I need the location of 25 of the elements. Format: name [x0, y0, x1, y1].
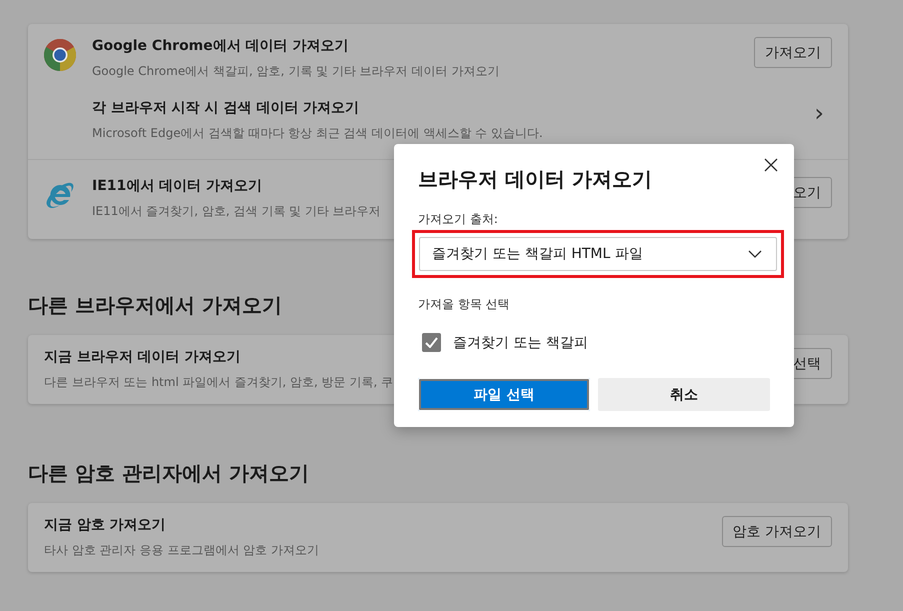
row-title: Google Chrome에서 데이터 가져오기 — [92, 37, 349, 55]
section-heading: 다른 브라우저에서 가져오기 — [28, 292, 282, 319]
row-title: 지금 암호 가져오기 — [44, 516, 166, 534]
row-description: 타사 암호 관리자 응용 프로그램에서 암호 가져오기 — [44, 542, 319, 559]
row-title: 각 브라우저 시작 시 검색 데이터 가져오기 — [92, 99, 360, 117]
choose-file-button[interactable]: 파일 선택 — [418, 378, 590, 411]
import-button[interactable]: 가져오기 — [754, 37, 832, 68]
row-title: IE11에서 데이터 가져오기 — [92, 177, 262, 195]
chevron-icon[interactable]: › — [814, 99, 832, 127]
chrome-logo-icon — [44, 39, 76, 71]
row-title: 지금 브라우저 데이터 가져오기 — [44, 348, 241, 366]
row-description: IE11에서 즐겨찾기, 암호, 검색 기록 및 기타 브라우저 — [92, 203, 381, 220]
dialog-title: 브라우저 데이터 가져오기 — [418, 166, 653, 193]
row-description: Microsoft Edge에서 검색할 때마다 항상 최근 검색 데이터에 액세스할 수 있습니다. — [92, 125, 543, 142]
source-dropdown[interactable]: 즐겨찾기 또는 책갈피 HTML 파일 — [419, 237, 777, 271]
chevron-down-icon — [748, 250, 762, 258]
section-heading: 다른 암호 관리자에서 가져오기 — [28, 460, 309, 487]
section-label: 가져올 항목 선택 — [418, 296, 510, 313]
field-label: 가져오기 출처: — [418, 211, 498, 228]
checkbox[interactable] — [422, 333, 441, 352]
checkbox-label: 즐겨찾기 또는 책갈피 — [453, 334, 588, 352]
row-description: 다른 브라우저 또는 html 파일에서 즐겨찾기, 암호, 방문 기록, 쿠 — [44, 374, 394, 391]
cancel-button[interactable]: 취소 — [598, 378, 770, 411]
row-description: Google Chrome에서 책갈피, 암호, 기록 및 기타 브라우저 데이터 가져오기 — [92, 63, 500, 80]
import-button[interactable]: 암호 가져오기 — [722, 516, 832, 547]
